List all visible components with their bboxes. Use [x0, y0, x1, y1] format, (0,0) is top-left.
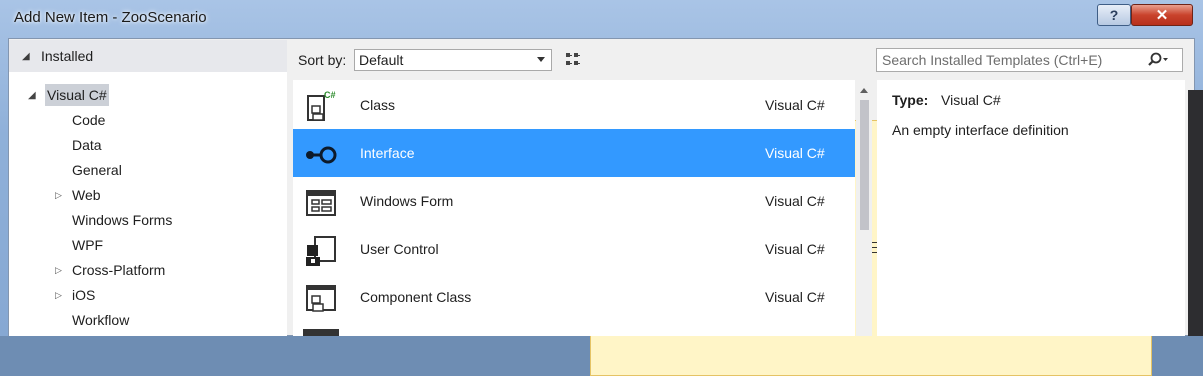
dialog-window: Add New Item - ZooScenario ? ✕ ◢ Install…	[0, 0, 1203, 376]
tree-item[interactable]: Web	[72, 184, 101, 206]
expand-arrow-icon[interactable]: ▷	[55, 259, 62, 281]
installed-label: Installed	[41, 48, 94, 64]
template-language: Visual C#	[765, 193, 825, 209]
template-row[interactable]: User Control Visual C#	[293, 225, 855, 273]
template-language: Visual C#	[765, 97, 825, 113]
expanded-arrow-icon[interactable]: ◢	[28, 90, 36, 101]
type-label: Type:	[892, 92, 929, 108]
close-button[interactable]: ✕	[1131, 4, 1193, 26]
collapse-arrow-icon[interactable]: ◢	[22, 51, 30, 62]
small-icons-view-button[interactable]	[560, 47, 586, 73]
template-row[interactable]: Component Class Visual C#	[293, 273, 855, 321]
window-title: Add New Item - ZooScenario	[14, 9, 207, 26]
interface-icon	[303, 137, 339, 173]
grid-view-icon	[566, 53, 580, 65]
installed-header[interactable]: ◢ Installed	[9, 40, 287, 72]
search-input[interactable]: Search Installed Templates (Ctrl+E)	[882, 52, 1102, 68]
template-row[interactable]: Interface Visual C#	[293, 129, 855, 177]
chevron-down-icon	[537, 57, 545, 62]
expand-arrow-icon[interactable]: ▷	[55, 284, 62, 306]
tree-item[interactable]: Cross-Platform	[72, 259, 165, 281]
template-name: Class	[360, 97, 396, 113]
template-list: C# Class Visual C# Interface Visual C# Wind…	[293, 80, 855, 336]
template-list-scrollbar[interactable]	[856, 80, 872, 336]
template-name: Interface	[360, 145, 415, 161]
tree-item[interactable]: Data	[72, 134, 102, 156]
search-box[interactable]: Search Installed Templates (Ctrl+E)	[876, 48, 1183, 72]
component-class-icon	[303, 281, 339, 317]
tree-item[interactable]: Workflow	[72, 309, 129, 331]
template-toolbar: Sort by: Default	[288, 40, 1152, 376]
tree-item[interactable]: iOS	[72, 284, 95, 306]
tree-item-visual-csharp[interactable]: Visual C#	[45, 84, 109, 106]
tree-item[interactable]: Windows Forms	[72, 209, 172, 231]
template-name: User Control	[360, 241, 439, 257]
template-row[interactable]: C# Class Visual C#	[293, 81, 855, 129]
tree-item[interactable]: WPF	[72, 234, 103, 256]
sort-dropdown[interactable]: Default	[354, 49, 552, 71]
template-language: Visual C#	[765, 241, 825, 257]
sort-value: Default	[359, 52, 404, 68]
partial-template-icon	[303, 329, 339, 336]
tree-item[interactable]: Code	[72, 109, 105, 131]
scroll-up-icon[interactable]	[860, 88, 868, 93]
category-tree: ◢ Installed ◢ Visual C# Code Data General ▷…	[9, 40, 287, 336]
expand-arrow-icon[interactable]: ▷	[55, 184, 62, 206]
svg-text:C#: C#	[324, 90, 336, 100]
template-language: Visual C#	[765, 145, 825, 161]
help-button[interactable]: ?	[1097, 4, 1131, 26]
template-name: Component Class	[360, 289, 472, 305]
template-description: An empty interface definition	[892, 122, 1069, 138]
template-language: Visual C#	[765, 289, 825, 305]
class-icon: C#	[303, 89, 339, 125]
windows-form-icon	[303, 185, 339, 221]
background-window-edge	[1188, 90, 1203, 336]
template-name: Windows Form	[360, 193, 454, 209]
template-row[interactable]: Windows Form Visual C#	[293, 177, 855, 225]
sort-by-label: Sort by:	[298, 52, 347, 68]
type-value: Visual C#	[941, 92, 1001, 108]
search-icon[interactable]	[1147, 51, 1169, 69]
details-pane: Type: Visual C# An empty interface defin…	[877, 80, 1185, 336]
tree-item[interactable]: General	[72, 159, 122, 181]
title-bar[interactable]: Add New Item - ZooScenario ? ✕	[0, 0, 1203, 38]
user-control-icon	[303, 233, 339, 269]
scroll-thumb[interactable]	[860, 100, 869, 230]
